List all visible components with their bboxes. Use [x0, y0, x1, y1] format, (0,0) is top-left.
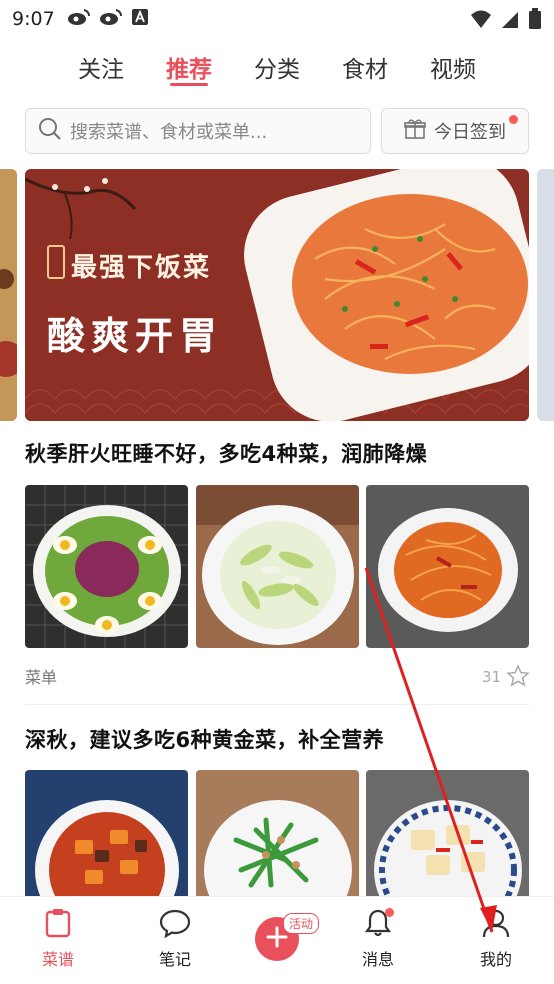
notification-dot — [509, 115, 518, 124]
signal-icon — [500, 9, 520, 33]
wifi-icon — [470, 9, 492, 33]
article-image[interactable] — [25, 485, 188, 648]
banner-prev-peek[interactable] — [0, 169, 17, 421]
tab-ingredients[interactable]: 食材 — [342, 44, 388, 94]
nav-notes-label: 笔记 — [158, 950, 191, 969]
person-icon — [481, 908, 511, 942]
banner-badge-icon — [47, 245, 65, 279]
checkin-label: 今日签到 — [434, 122, 506, 143]
nav-messages[interactable]: 消息 — [338, 906, 418, 970]
article-title[interactable]: 深秋，建议多吃6种黄金菜，补全营养 — [25, 724, 384, 754]
favorite-count: 31 — [482, 668, 502, 686]
banner-subhead: 酸爽开胃 — [47, 314, 224, 358]
search-placeholder: 搜索菜谱、食材或菜单... — [70, 122, 268, 143]
nav-recipes[interactable]: 菜谱 — [18, 906, 98, 970]
top-tabs: 关注 推荐 分类 食材 视频 — [0, 44, 554, 94]
nav-profile[interactable]: 我的 — [456, 906, 536, 970]
article-title[interactable]: 秋季肝火旺睡不好，多吃4种菜，润肺降燥 — [25, 438, 427, 468]
weibo-icon — [99, 7, 123, 31]
banner-next-peek[interactable] — [537, 169, 554, 421]
article-image[interactable] — [366, 770, 529, 896]
status-bar: 9:07 — [0, 0, 554, 38]
checkin-button[interactable]: 今日签到 — [381, 108, 529, 154]
article-image[interactable] — [25, 770, 188, 896]
article-tag: 菜单 — [25, 668, 58, 687]
tab-category[interactable]: 分类 — [254, 44, 300, 94]
gift-icon — [404, 118, 426, 144]
app-notification-icon — [131, 8, 149, 30]
nav-profile-label: 我的 — [479, 950, 512, 969]
tab-follow[interactable]: 关注 — [78, 44, 124, 94]
search-icon — [38, 117, 62, 145]
battery-icon — [528, 8, 542, 34]
banner-headline: 最强下饭菜 — [71, 253, 212, 283]
star-icon[interactable] — [506, 664, 530, 692]
article-image[interactable] — [196, 770, 359, 896]
banner[interactable]: 最强下饭菜 酸爽开胃 — [25, 169, 529, 421]
nav-recipes-label: 菜谱 — [41, 950, 74, 969]
nav-notes[interactable]: 笔记 — [135, 906, 215, 970]
nav-messages-label: 消息 — [361, 950, 394, 969]
article-image[interactable] — [366, 485, 529, 648]
notification-dot — [385, 908, 394, 917]
divider — [25, 704, 529, 705]
weibo-icon — [67, 7, 91, 31]
tab-recommend[interactable]: 推荐 — [166, 44, 212, 94]
clipboard-icon — [44, 908, 72, 942]
article-image[interactable] — [196, 485, 359, 648]
status-time: 9:07 — [12, 8, 55, 30]
chat-bubble-icon — [159, 908, 191, 942]
search-input[interactable]: 搜索菜谱、食材或菜单... — [25, 108, 371, 154]
tab-video[interactable]: 视频 — [430, 44, 476, 94]
activity-badge: 活动 — [283, 913, 320, 934]
